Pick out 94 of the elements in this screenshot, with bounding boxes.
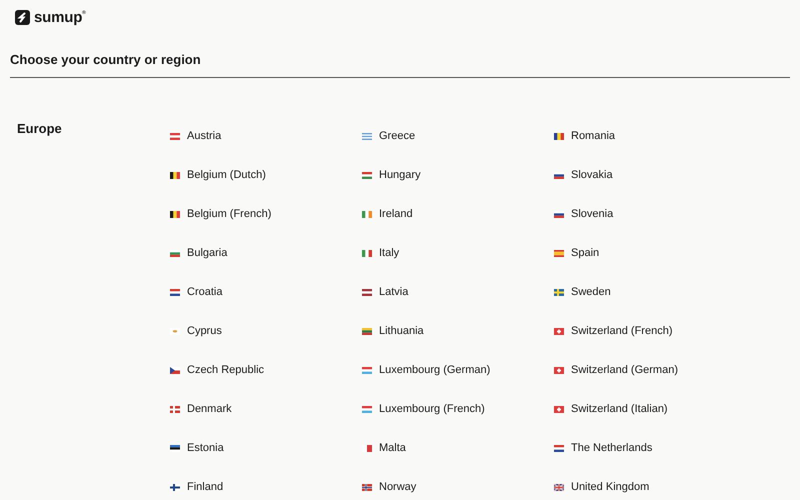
country-name: Belgium (Dutch) — [187, 168, 266, 183]
country-name: Malta — [379, 441, 406, 456]
flag-icon — [362, 406, 372, 413]
country-name: Austria — [187, 129, 222, 144]
country-link[interactable]: Croatia — [170, 274, 222, 302]
country-name: Switzerland (French) — [571, 324, 672, 339]
flag-icon — [554, 445, 564, 452]
country-link[interactable]: Finland — [170, 469, 224, 497]
country-name: Czech Republic — [187, 363, 264, 378]
country-name: Ireland — [379, 207, 413, 222]
country-name: Lithuania — [379, 324, 424, 339]
country-link[interactable]: Slovakia — [554, 157, 613, 185]
country-link[interactable]: Hungary — [362, 157, 421, 185]
flag-icon — [170, 484, 180, 491]
flag-icon — [554, 289, 564, 296]
country-link[interactable]: Italy — [362, 235, 400, 263]
country-link[interactable]: Slovenia — [554, 196, 614, 224]
logo-icon — [15, 10, 30, 25]
flag-icon — [554, 133, 564, 140]
country-link[interactable]: Luxembourg (French) — [362, 391, 485, 419]
country-link[interactable]: Switzerland (French) — [554, 313, 672, 341]
country-link[interactable]: Switzerland (German) — [554, 352, 678, 380]
country-name: Luxembourg (French) — [379, 402, 485, 417]
flag-icon — [362, 211, 372, 218]
flag-icon — [170, 367, 180, 374]
country-name: Norway — [379, 480, 416, 495]
flag-icon — [554, 172, 564, 179]
country-link[interactable]: Malta — [362, 430, 406, 458]
flag-icon — [362, 250, 372, 257]
country-link[interactable]: Belgium (French) — [170, 196, 272, 224]
country-name: Estonia — [187, 441, 224, 456]
flag-icon — [362, 172, 372, 179]
country-link[interactable]: Ireland — [362, 196, 413, 224]
country-name: Bulgaria — [187, 246, 228, 261]
flag-icon — [362, 484, 372, 491]
flag-icon — [170, 211, 180, 218]
country-name: Greece — [379, 129, 416, 144]
country-name: Hungary — [379, 168, 421, 183]
flag-icon — [554, 250, 564, 257]
flag-icon — [170, 133, 180, 140]
country-name: Denmark — [187, 402, 232, 417]
flag-icon — [554, 211, 564, 218]
flag-icon — [362, 133, 372, 140]
region-heading: Europe — [16, 120, 63, 138]
country-link[interactable]: Latvia — [362, 274, 408, 302]
country-name: Slovenia — [571, 207, 614, 222]
country-link[interactable]: Sweden — [554, 274, 611, 302]
country-link[interactable]: Lithuania — [362, 313, 424, 341]
country-link[interactable]: Greece — [362, 118, 416, 146]
country-link[interactable]: Spain — [554, 235, 600, 263]
country-name: Slovakia — [571, 168, 613, 183]
country-link[interactable]: Denmark — [170, 391, 232, 419]
flag-icon — [554, 484, 564, 491]
country-name: Finland — [187, 480, 224, 495]
country-name: The Netherlands — [571, 441, 652, 456]
country-name: Romania — [571, 129, 616, 144]
country-link[interactable]: Austria — [170, 118, 222, 146]
flag-icon — [554, 406, 564, 413]
country-link[interactable]: Belgium (Dutch) — [170, 157, 266, 185]
flag-icon — [170, 289, 180, 296]
country-link[interactable]: Romania — [554, 118, 616, 146]
logo-text: sumup$^{®}$ — [34, 9, 86, 26]
country-name: Croatia — [187, 285, 222, 300]
country-link[interactable]: The Netherlands — [554, 430, 652, 458]
country-name: Sweden — [571, 285, 611, 300]
country-link[interactable]: Norway — [362, 469, 416, 497]
country-link[interactable]: Bulgaria — [170, 235, 228, 263]
flag-icon — [554, 367, 564, 374]
country-name: Cyprus — [187, 324, 222, 339]
country-name: Italy — [379, 246, 400, 261]
country-name: Switzerland (German) — [571, 363, 678, 378]
flag-icon — [362, 328, 372, 335]
country-name: Belgium (French) — [187, 207, 272, 222]
country-link[interactable]: Luxembourg (German) — [362, 352, 490, 380]
country-link[interactable]: Cyprus — [170, 313, 222, 341]
flag-icon — [362, 445, 372, 452]
country-link[interactable]: United Kingdom — [554, 469, 650, 497]
flag-icon — [170, 445, 180, 452]
page-title: Choose your country or region — [10, 35, 790, 78]
country-name: Spain — [571, 246, 600, 261]
country-name: Latvia — [379, 285, 408, 300]
country-link[interactable]: Switzerland (Italian) — [554, 391, 668, 419]
country-name: Switzerland (Italian) — [571, 402, 668, 417]
flag-icon — [170, 328, 180, 335]
flag-icon — [362, 289, 372, 296]
flag-icon — [554, 328, 564, 335]
flag-icon — [362, 367, 372, 374]
country-name: United Kingdom — [571, 480, 650, 495]
country-link[interactable]: Estonia — [170, 430, 224, 458]
flag-icon — [170, 406, 180, 413]
flag-icon — [170, 250, 180, 257]
flag-icon — [170, 172, 180, 179]
country-link[interactable]: Czech Republic — [170, 352, 264, 380]
country-name: Luxembourg (German) — [379, 363, 490, 378]
